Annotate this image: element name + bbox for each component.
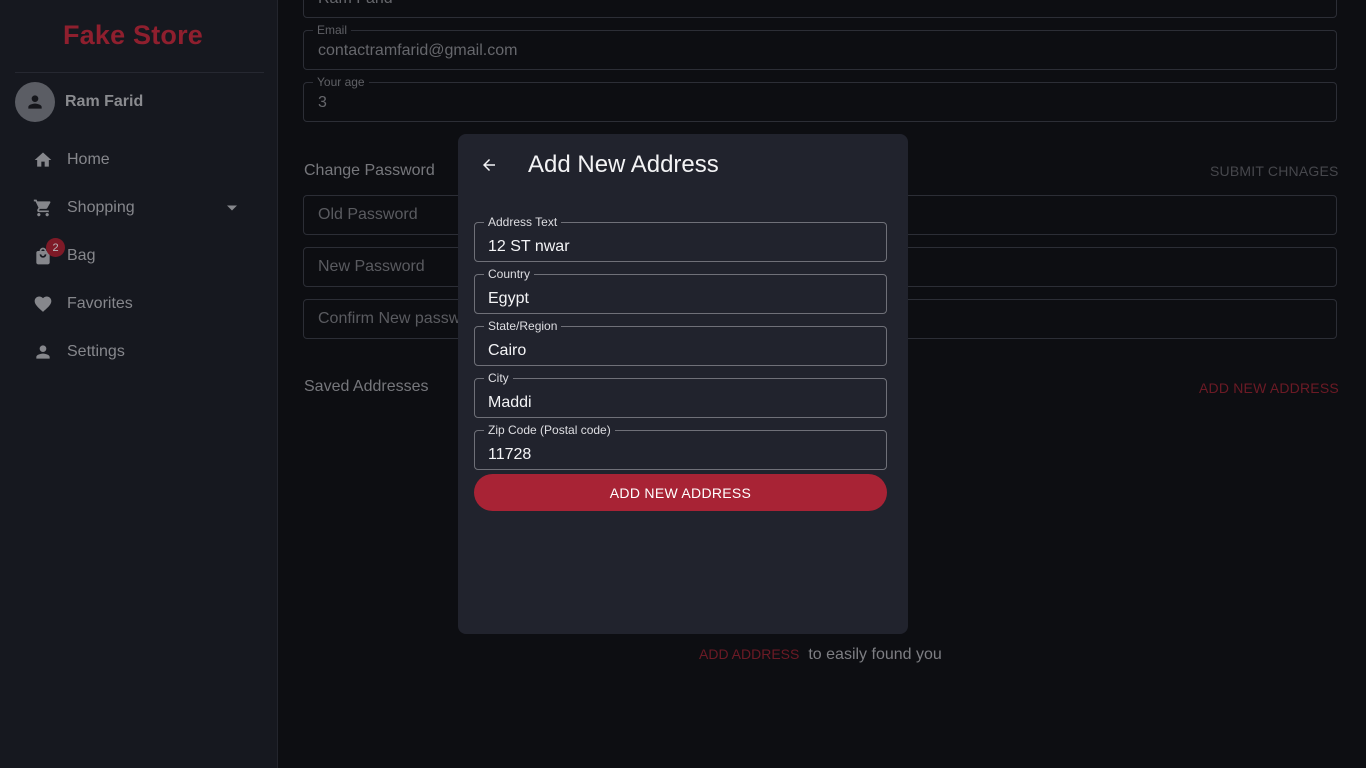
brand-logo[interactable]: Fake Store (0, 20, 266, 51)
add-new-address-link[interactable]: ADD NEW ADDRESS (1199, 380, 1339, 396)
sidebar-item-label: Favorites (67, 295, 133, 312)
person-icon (33, 342, 53, 362)
add-address-dialog: Add New Address Address Text Country Sta… (458, 134, 908, 634)
divider (15, 72, 264, 73)
sidebar-item-label: Shopping (67, 199, 135, 216)
country-input[interactable] (475, 275, 886, 313)
name-field[interactable]: Ram Farid (303, 0, 1337, 18)
sidebar-item-label: Settings (67, 343, 125, 360)
email-value: contactramfarid@gmail.com (318, 42, 518, 59)
sidebar: Fake Store Ram Farid Home Shopping 2 Bag (0, 0, 278, 768)
zip-code-field[interactable]: Zip Code (Postal code) (474, 423, 887, 470)
submit-changes-button[interactable]: SUBMIT CHNAGES (1210, 163, 1339, 179)
sidebar-item-favorites[interactable]: Favorites (0, 280, 278, 328)
change-password-title: Change Password (304, 162, 435, 179)
state-region-input[interactable] (475, 327, 886, 365)
avatar (15, 82, 55, 122)
age-label: Your age (313, 75, 369, 89)
user-name: Ram Farid (65, 93, 144, 110)
saved-addresses-title: Saved Addresses (304, 378, 429, 395)
age-value: 3 (318, 94, 327, 111)
address-text-field[interactable]: Address Text (474, 215, 887, 262)
heart-icon (33, 294, 53, 314)
arrow-left-icon (483, 159, 495, 171)
country-field[interactable]: Country (474, 267, 887, 314)
zip-code-input[interactable] (475, 431, 886, 469)
bag-count-badge: 2 (46, 238, 65, 257)
sidebar-nav: Home Shopping 2 Bag Favorites Settings (0, 136, 278, 376)
empty-addresses-text: to easily found you (808, 646, 942, 663)
new-password-placeholder: New Password (318, 258, 425, 275)
cart-icon (33, 198, 53, 218)
sidebar-item-shopping[interactable]: Shopping (0, 184, 278, 232)
sidebar-item-home[interactable]: Home (0, 136, 278, 184)
user-profile[interactable]: Ram Farid (15, 82, 143, 122)
city-input[interactable] (475, 379, 886, 417)
email-field[interactable]: Email contactramfarid@gmail.com (303, 23, 1337, 70)
sidebar-item-label: Home (67, 151, 110, 168)
address-text-input[interactable] (475, 223, 886, 261)
chevron-down-icon[interactable] (227, 205, 237, 211)
dialog-title: Add New Address (528, 151, 719, 178)
email-label: Email (313, 23, 352, 37)
add-address-link[interactable]: ADD ADDRESS (699, 646, 799, 662)
add-new-address-button[interactable]: ADD NEW ADDRESS (474, 474, 887, 511)
city-field[interactable]: City (474, 371, 887, 418)
old-password-placeholder: Old Password (318, 206, 418, 223)
back-button[interactable] (478, 154, 500, 176)
age-field[interactable]: Your age 3 (303, 75, 1337, 122)
name-value: Ram Farid (318, 0, 393, 8)
sidebar-item-bag[interactable]: 2 Bag (0, 232, 278, 280)
home-icon (33, 150, 53, 170)
person-icon (28, 95, 42, 109)
sidebar-item-settings[interactable]: Settings (0, 328, 278, 376)
empty-addresses-message: ADD ADDRESS to easily found you (699, 646, 942, 664)
state-region-field[interactable]: State/Region (474, 319, 887, 366)
sidebar-item-label: Bag (67, 247, 96, 264)
